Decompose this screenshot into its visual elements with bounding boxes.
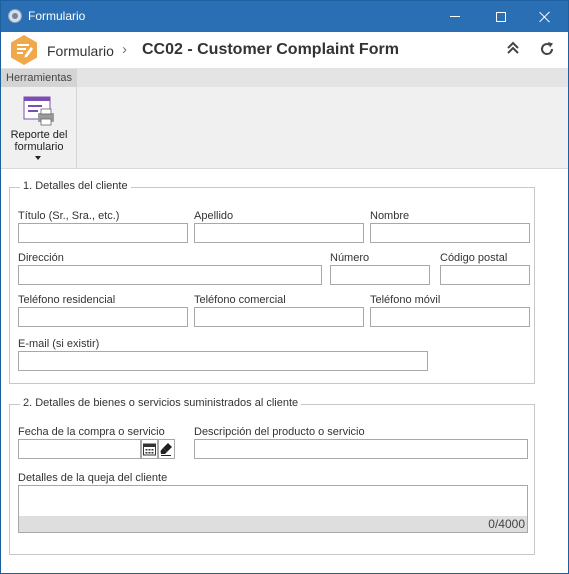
business-phone-input[interactable] (194, 307, 364, 327)
maximize-button[interactable] (478, 1, 524, 32)
toolbar: Reporte del formulario (1, 87, 568, 169)
email-field[interactable] (18, 351, 428, 371)
breadcrumb[interactable]: Formulario (47, 43, 114, 59)
purchase-date-label: Fecha de la compra o servicio (18, 426, 165, 438)
minimize-icon (450, 16, 460, 17)
close-button[interactable] (522, 1, 568, 32)
last-name-label: Apellido (194, 210, 234, 222)
product-description-label: Descripción del producto o servicio (194, 426, 365, 438)
title-label: Título (Sr., Sra., etc.) (18, 210, 120, 222)
chevron-down-icon[interactable] (35, 156, 41, 160)
postal-code-input[interactable] (440, 265, 530, 285)
character-counter-bar: 0/4000 (18, 516, 528, 533)
toolbar-header: Herramientas (1, 69, 568, 87)
refresh-icon (541, 42, 554, 55)
first-name-input[interactable] (370, 223, 530, 243)
calendar-icon (143, 443, 156, 456)
calendar-button[interactable] (141, 439, 158, 459)
double-chevron-up-icon (507, 41, 519, 54)
refresh-button[interactable] (537, 41, 557, 61)
mobile-phone-input[interactable] (370, 307, 530, 327)
minimize-button[interactable] (432, 1, 478, 32)
title-input[interactable] (18, 223, 188, 243)
purchase-date-input[interactable] (18, 439, 141, 459)
address-label: Dirección (18, 252, 64, 264)
character-counter: 0/4000 (488, 517, 525, 531)
complaint-details-label: Detalles de la queja del cliente (18, 472, 168, 484)
form-report-button[interactable]: Reporte del formulario (4, 92, 74, 166)
number-label: Número (330, 252, 370, 264)
business-phone-label: Teléfono comercial (194, 294, 286, 306)
complaint-details-textarea[interactable] (18, 485, 528, 517)
product-description-input[interactable] (194, 439, 528, 459)
form-report-label: Reporte del formulario (10, 129, 68, 153)
home-phone-label: Teléfono residencial (18, 294, 116, 306)
page-header: Formulario › CC02 - Customer Complaint F… (1, 32, 568, 69)
page-title: CC02 - Customer Complaint Form (142, 41, 399, 58)
email-label: E-mail (si existir) (18, 338, 100, 350)
form-window: Formulario Formulario › CC02 - Customer … (0, 0, 569, 574)
customer-details-legend: 1. Detalles del cliente (20, 180, 131, 192)
report-icon (23, 96, 54, 126)
postal-code-label: Código postal (440, 252, 508, 264)
window-title: Formulario (28, 9, 86, 23)
toolbar-section-label: Herramientas (1, 69, 77, 87)
home-phone-input[interactable] (18, 307, 188, 327)
mobile-phone-label: Teléfono móvil (370, 294, 441, 306)
number-input[interactable] (330, 265, 430, 285)
app-icon (8, 9, 22, 23)
last-name-input[interactable] (194, 223, 364, 243)
form-module-icon (11, 35, 37, 65)
first-name-label: Nombre (370, 210, 410, 222)
address-input[interactable] (18, 265, 322, 285)
collapse-button[interactable] (503, 41, 523, 61)
maximize-icon (496, 11, 506, 22)
goods-services-legend: 2. Detalles de bienes o servicios sumini… (20, 397, 302, 409)
clear-date-button[interactable] (158, 439, 175, 459)
eraser-icon (160, 443, 172, 456)
breadcrumb-separator-icon: › (122, 41, 127, 58)
toolbar-divider (76, 87, 77, 169)
window-titlebar[interactable]: Formulario (1, 1, 568, 32)
close-icon (539, 11, 551, 23)
